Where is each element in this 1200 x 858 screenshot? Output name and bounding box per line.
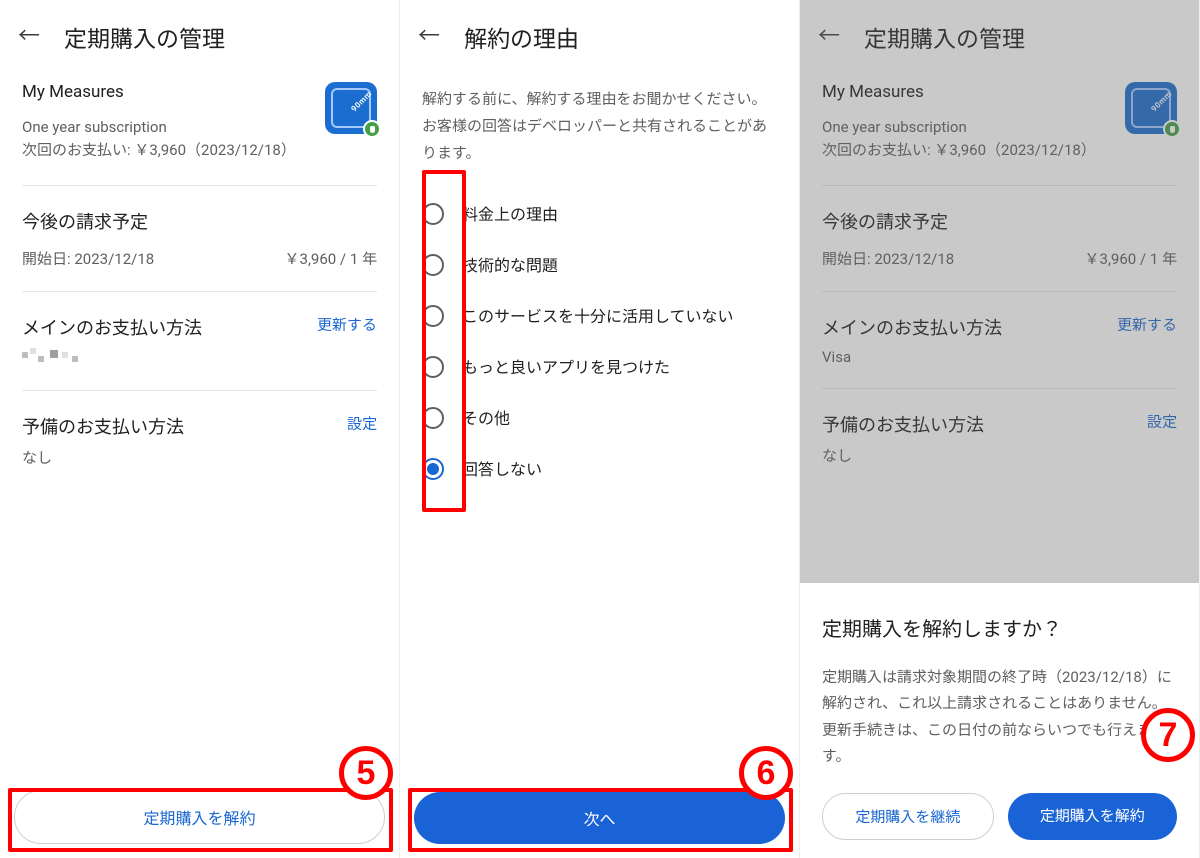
sheet-title: 定期購入を解約しますか？: [822, 613, 1177, 642]
page-title: 定期購入の管理: [64, 20, 225, 54]
app-name: My Measures: [22, 82, 325, 102]
continue-subscription-button[interactable]: 定期購入を継続: [822, 793, 994, 840]
backup-value: なし: [822, 445, 984, 466]
reason-radio-group: 料金上の理由 技術的な問題 このサービスを十分に活用していない もっと良いアプリ…: [400, 189, 799, 495]
header: ← 解約の理由: [400, 0, 799, 74]
next-button[interactable]: 次へ: [414, 792, 785, 844]
reason-option-1[interactable]: 技術的な問題: [422, 240, 777, 291]
payment-title: メインのお支払い方法: [822, 314, 1002, 340]
screen-manage-subscription: ← 定期購入の管理 My Measures One year subscript…: [0, 0, 400, 858]
payment-method-section: メインのお支払い方法 更新する: [0, 292, 399, 368]
radio-icon: [422, 407, 444, 429]
page-title: 解約の理由: [464, 20, 579, 54]
app-icon: 90mm: [1125, 82, 1177, 134]
billing-start: 開始日: 2023/12/18: [822, 248, 954, 269]
payment-value: Visa: [822, 348, 1002, 366]
cancel-reason-desc: 解約する前に、解約する理由をお聞かせください。お客様の回答はデベロッパーと共有さ…: [400, 74, 799, 189]
reason-label: もっと良いアプリを見つけた: [462, 355, 670, 380]
billing-title: 今後の請求予定: [22, 208, 377, 234]
billing-section: 今後の請求予定 開始日: 2023/12/18 ￥3,960 / 1 年: [800, 186, 1199, 269]
back-arrow-icon[interactable]: ←: [418, 26, 440, 48]
header: ← 定期購入の管理: [800, 0, 1199, 74]
backup-title: 予備のお支払い方法: [22, 413, 184, 439]
reason-label: 技術的な問題: [462, 253, 558, 278]
reason-option-0[interactable]: 料金上の理由: [422, 189, 777, 240]
header: ← 定期購入の管理: [0, 0, 399, 74]
radio-icon: [422, 305, 444, 327]
set-backup-link[interactable]: 設定: [347, 413, 377, 434]
backup-title: 予備のお支払い方法: [822, 411, 984, 437]
back-arrow-icon[interactable]: ←: [18, 26, 40, 48]
app-icon: 90mm: [325, 82, 377, 134]
backup-value: なし: [22, 447, 184, 468]
billing-start: 開始日: 2023/12/18: [22, 248, 154, 269]
app-sub-line2: 次回のお支払い: ￥3,960（2023/12/18）: [22, 139, 325, 162]
reason-option-2[interactable]: このサービスを十分に活用していない: [422, 291, 777, 342]
update-payment-link[interactable]: 更新する: [317, 314, 377, 335]
billing-title: 今後の請求予定: [822, 208, 1177, 234]
back-arrow-icon[interactable]: ←: [818, 26, 840, 48]
reason-label: 回答しない: [462, 457, 542, 482]
payment-value-redacted: [22, 348, 92, 364]
radio-icon: [422, 356, 444, 378]
billing-price: ￥3,960 / 1 年: [1085, 248, 1177, 269]
screen-cancel-reason: ← 解約の理由 解約する前に、解約する理由をお聞かせください。お客様の回答はデベ…: [400, 0, 800, 858]
cancel-subscription-button[interactable]: 定期購入を解約: [14, 790, 385, 844]
confirm-cancel-sheet: 定期購入を解約しますか？ 定期購入は請求対象期間の終了時（2023/12/18）…: [800, 583, 1199, 858]
set-backup-link[interactable]: 設定: [1147, 411, 1177, 432]
payment-method-section: メインのお支払い方法 Visa 更新する: [800, 292, 1199, 366]
billing-section: 今後の請求予定 開始日: 2023/12/18 ￥3,960 / 1 年: [0, 186, 399, 269]
billing-price: ￥3,960 / 1 年: [285, 248, 377, 269]
reason-option-5[interactable]: 回答しない: [422, 444, 777, 495]
reason-label: その他: [462, 406, 510, 431]
app-sub-line1: One year subscription: [822, 116, 1125, 139]
backup-payment-section: 予備のお支払い方法 なし 設定: [0, 391, 399, 468]
radio-icon: [422, 254, 444, 276]
radio-icon-selected: [422, 458, 444, 480]
app-sub-line2: 次回のお支払い: ￥3,960（2023/12/18）: [822, 139, 1125, 162]
badge-icon: [363, 120, 381, 138]
app-name: My Measures: [822, 82, 1125, 102]
badge-icon: [1163, 120, 1181, 138]
screen-confirm-cancel: ← 定期購入の管理 My Measures One year subscript…: [800, 0, 1200, 858]
app-sub-line1: One year subscription: [22, 116, 325, 139]
reason-option-4[interactable]: その他: [422, 393, 777, 444]
reason-label: このサービスを十分に活用していない: [462, 304, 734, 329]
app-summary: My Measures One year subscription 次回のお支払…: [0, 74, 399, 163]
radio-icon: [422, 203, 444, 225]
sheet-body: 定期購入は請求対象期間の終了時（2023/12/18）に解約され、これ以上請求さ…: [822, 664, 1177, 769]
update-payment-link[interactable]: 更新する: [1117, 314, 1177, 335]
app-summary: My Measures One year subscription 次回のお支払…: [800, 74, 1199, 163]
backup-payment-section: 予備のお支払い方法 なし 設定: [800, 389, 1199, 466]
reason-label: 料金上の理由: [462, 202, 558, 227]
payment-title: メインのお支払い方法: [22, 314, 202, 340]
page-title: 定期購入の管理: [864, 20, 1025, 54]
reason-option-3[interactable]: もっと良いアプリを見つけた: [422, 342, 777, 393]
confirm-cancel-button[interactable]: 定期購入を解約: [1008, 793, 1178, 840]
